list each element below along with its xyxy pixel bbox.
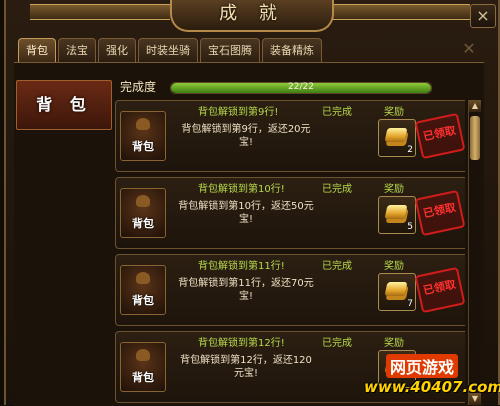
achievement-title: 背包解锁到第11行! bbox=[198, 261, 285, 272]
achievement-description: 背包解锁到第12行，返还120元宝! bbox=[180, 355, 312, 379]
tab-enhance[interactable]: 强化 bbox=[98, 38, 136, 63]
claimed-stamp: 已领取 bbox=[414, 189, 465, 237]
tab-bag[interactable]: 背包 bbox=[18, 38, 56, 63]
achievement-card: 背包解锁到第11行! 已完成 奖励 背包 背包解锁到第11行，返还70元宝! 7… bbox=[115, 254, 465, 326]
sidebar-item-bag[interactable]: 背 包 bbox=[16, 80, 112, 130]
reward-label: 奖励 bbox=[384, 338, 404, 349]
watermark-top-text: 网页游戏 bbox=[386, 354, 459, 378]
bag-icon: 背包 bbox=[120, 111, 166, 161]
status-label: 已完成 bbox=[322, 107, 352, 118]
scroll-thumb[interactable] bbox=[470, 116, 480, 160]
gold-ingot-icon[interactable]: 7 bbox=[378, 273, 416, 311]
status-label: 已完成 bbox=[322, 261, 352, 272]
reward-count: 7 bbox=[407, 299, 413, 309]
status-label: 已完成 bbox=[322, 338, 352, 349]
achievement-description: 背包解锁到第10行，返还50元宝! bbox=[178, 201, 314, 225]
progress-bar: 22/22 bbox=[170, 82, 432, 94]
achievement-title: 背包解锁到第9行! bbox=[198, 107, 279, 118]
reward-count: 2 bbox=[407, 145, 413, 155]
claimed-stamp: 已领取 bbox=[414, 112, 465, 160]
bag-icon-label: 背包 bbox=[132, 294, 154, 307]
status-label: 已完成 bbox=[322, 184, 352, 195]
bag-icon: 背包 bbox=[120, 188, 166, 238]
progress-text: 22/22 bbox=[288, 82, 314, 92]
bag-icon-label: 背包 bbox=[132, 217, 154, 230]
reward-label: 奖励 bbox=[384, 261, 404, 272]
gold-ingot-icon[interactable]: 5 bbox=[378, 196, 416, 234]
scroll-up-icon[interactable]: ▲ bbox=[469, 100, 481, 112]
tab-fashion-mount[interactable]: 时装坐骑 bbox=[138, 38, 198, 63]
bag-icon-label: 背包 bbox=[132, 371, 154, 384]
achievement-title: 背包解锁到第10行! bbox=[198, 184, 285, 195]
reward-label: 奖励 bbox=[384, 107, 404, 118]
close-icon[interactable]: ✕ bbox=[460, 40, 478, 58]
title-wing-right bbox=[330, 4, 470, 20]
tab-bar: 背包 法宝 强化 时装坐骑 宝石图腾 装备精炼 bbox=[18, 38, 322, 63]
bag-icon-label: 背包 bbox=[132, 140, 154, 153]
tab-gem-totem[interactable]: 宝石图腾 bbox=[200, 38, 260, 63]
reward-count: 5 bbox=[407, 222, 413, 232]
achievement-card: 背包解锁到第9行! 已完成 奖励 背包 背包解锁到第9行，返还20元宝! 2 已… bbox=[115, 100, 465, 172]
achievement-title: 背包解锁到第12行! bbox=[198, 338, 285, 349]
achievement-card: 背包解锁到第10行! 已完成 奖励 背包 背包解锁到第10行，返还50元宝! 5… bbox=[115, 177, 465, 249]
progress-label: 完成度 bbox=[120, 80, 157, 94]
tab-equip-refine[interactable]: 装备精炼 bbox=[262, 38, 322, 63]
title-wing-left bbox=[30, 4, 170, 20]
reward-label: 奖励 bbox=[384, 184, 404, 195]
window-title: 成 就 bbox=[170, 0, 334, 32]
close-icon[interactable]: × bbox=[470, 4, 496, 28]
tab-magic-weapon[interactable]: 法宝 bbox=[58, 38, 96, 63]
achievement-description: 背包解锁到第11行，返还70元宝! bbox=[178, 278, 314, 302]
claimed-stamp: 已领取 bbox=[414, 266, 465, 314]
watermark-logo: 网页游戏 www.40407.com bbox=[360, 350, 500, 405]
gold-ingot-icon[interactable]: 2 bbox=[378, 119, 416, 157]
bag-icon: 背包 bbox=[120, 265, 166, 315]
watermark-url-text: www.40407.com bbox=[364, 378, 500, 396]
achievement-description: 背包解锁到第9行，返还20元宝! bbox=[181, 124, 311, 148]
bag-icon: 背包 bbox=[120, 342, 166, 392]
